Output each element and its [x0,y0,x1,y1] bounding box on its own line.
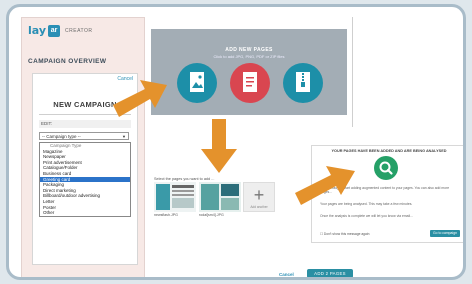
sidebar: lay ar CREATOR CAMPAIGN OVERVIEW Cancel … [21,17,145,277]
campaign-type-options: Campaign Type Magazine Newspaper Print a… [39,142,131,217]
logo-product: CREATOR [65,27,93,34]
zip-file-icon[interactable] [283,63,323,103]
vertical-divider [352,17,353,127]
upload-dropzone[interactable]: ADD NEW PAGES Click to add JPG, PNG, PDF… [151,29,347,115]
analysis-heading: YOUR PAGES HAVE BEEN ADDED AND ARE BEING… [331,149,447,153]
image-file-icon[interactable] [177,63,217,103]
analysis-text: Once the analysis is complete we will le… [320,214,413,218]
footer-cancel-link[interactable]: Cancel [279,272,294,277]
option[interactable]: Other [40,210,130,216]
arrow-right-up [113,80,167,117]
logo-ar: ar [48,24,61,37]
campaign-overview-title: CAMPAIGN OVERVIEW [28,58,107,65]
campaign-type-value: -- Campaign type -- [42,134,81,139]
thumbnails-instruction: Select the pages you want to add ... [154,177,215,181]
go-to-campaign-button[interactable]: Go to campaign [430,230,460,237]
chevron-down-icon: ▼ [122,134,126,139]
add-page-button[interactable]: + Add another [243,182,275,212]
upload-subtitle: Click to add JPG, PNG, PDF or ZIP files [213,54,285,59]
checkbox-label: Don't show this message again [323,232,370,236]
add-caption: Add another [250,205,268,209]
screenshot-frame: lay ar CREATOR CAMPAIGN OVERVIEW Cancel … [6,4,466,280]
plus-icon: + [253,185,265,205]
campaign-type-select[interactable]: -- Campaign type -- ▼ [39,132,129,140]
page-thumbnail[interactable]: rodal[sm4].JPG [199,182,241,217]
logo-lay: lay [28,24,47,37]
dont-show-checkbox[interactable]: ☐ Don't show this message again [320,232,369,236]
add-pages-button[interactable]: ADD 2 PAGES [307,269,353,277]
thumbnail-caption: newsflash.JPG [154,213,178,217]
arrow-right-up [295,166,355,205]
pdf-file-icon[interactable] [230,63,270,103]
arrow-down [201,119,237,173]
search-icon [374,156,398,180]
layar-logo: lay ar CREATOR [28,24,93,37]
thumbnail-caption: rodal[sm4].JPG [199,213,224,217]
upload-title: ADD NEW PAGES [225,47,273,53]
page-thumbnail[interactable]: newsflash.JPG [154,182,196,217]
